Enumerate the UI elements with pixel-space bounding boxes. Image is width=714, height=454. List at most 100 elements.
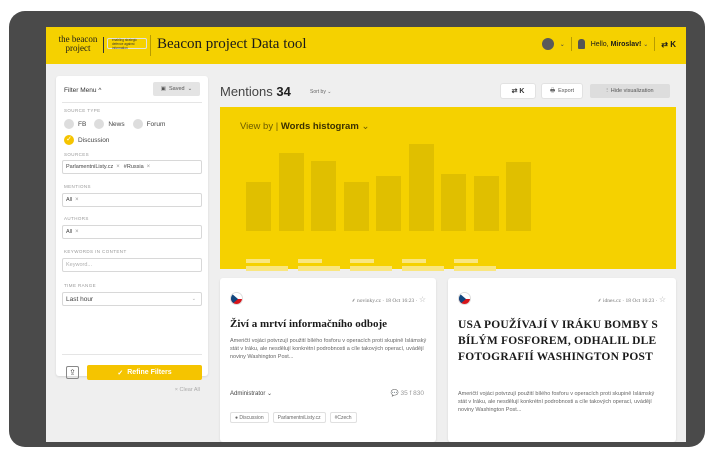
close-icon[interactable]: × (147, 164, 151, 170)
time-range-label: TIME RANGE (64, 283, 97, 288)
card-body: Američtí vojáci potvrzují použití bílého… (458, 391, 655, 413)
source-type-forum[interactable]: Forum (132, 119, 165, 129)
hide-visualization-button[interactable]: ⫶ Hide visualization (590, 84, 670, 98)
close-icon[interactable]: × (75, 229, 79, 235)
mention-card[interactable]: ⸙ idnes.cz · 18 Oct 16:23 · ☆ USA POUŽÍV… (448, 278, 676, 442)
card-title[interactable]: USA POUŽÍVAJÍ V IRÁKU BOMBY S BÍLÝM FOSF… (458, 317, 668, 365)
authors-chip[interactable]: All × (66, 229, 79, 235)
logo-wordmark: the beacon project (58, 34, 98, 53)
language-flag-button[interactable]: ⇄ K (501, 84, 535, 98)
histogram-bar[interactable] (409, 144, 434, 231)
user-menu[interactable]: Hello, Miroslav! ⌄ (591, 41, 649, 48)
card-stats: 💬 35 f 830 (390, 390, 424, 397)
mentions-title: Mentions 34 (220, 84, 291, 99)
histogram-bar[interactable] (441, 174, 466, 231)
tag[interactable]: ParlamentniListy.cz (272, 412, 326, 423)
card-author[interactable]: Administrator ⌄ (230, 390, 272, 397)
facebook-icon: f (409, 390, 412, 397)
mention-card[interactable]: ⸙ novinky.cz · 18 Oct 16:23 · ☆ Živí a m… (220, 278, 436, 442)
histogram-label (454, 259, 478, 263)
link-icon: ⸙ (597, 298, 602, 304)
source-type-fb[interactable]: FB (64, 119, 86, 129)
radio-icon (64, 119, 74, 129)
histogram-bar[interactable] (376, 176, 401, 231)
app-screen: the beacon project enabling strategic de… (46, 27, 686, 442)
chevron-down-icon[interactable]: ⌄ (560, 41, 565, 48)
sort-by-dropdown[interactable]: Sort by ⌄ (310, 89, 331, 95)
keyword-input[interactable]: Keyword... (62, 258, 202, 272)
mentions-chip[interactable]: All × (66, 197, 79, 203)
histogram-label (350, 259, 374, 263)
filter-panel: Filter Menu ^ ▣ Saved ⌄ SOURCE TYPE FB N… (56, 76, 208, 393)
time-range-select[interactable]: Last hour ⌄ (62, 292, 202, 306)
sources-field[interactable]: ParlamentniListy.cz × #Russia × (62, 160, 202, 174)
clear-all-link[interactable]: × Clear All (175, 387, 200, 393)
tag[interactable]: # Czech (329, 412, 357, 423)
close-icon[interactable]: × (75, 197, 79, 203)
histogram-label (454, 266, 496, 271)
filter-menu-toggle[interactable]: Filter Menu ^ (64, 87, 101, 94)
print-icon: 🖶 (549, 87, 556, 94)
comment-icon: 💬 (390, 390, 399, 397)
source-type-news[interactable]: News (94, 119, 125, 129)
histogram-label (402, 266, 444, 271)
check-icon: ✓ (64, 135, 74, 145)
top-right-controls: ⌄ Hello, Miroslav! ⌄ ⇄ K (541, 37, 676, 51)
star-icon[interactable]: ☆ (419, 295, 426, 304)
source-type-label: SOURCE TYPE (64, 108, 101, 113)
app-title: Beacon project Data tool (157, 36, 307, 52)
sources-label: SOURCES (64, 152, 90, 157)
star-icon[interactable]: ☆ (659, 295, 666, 304)
export-button[interactable]: 🖶 Export (542, 84, 582, 98)
card-tags: ● Discussion ParlamentniListy.cz # Czech (230, 412, 357, 423)
chevron-down-icon: ⌄ (327, 89, 332, 95)
logo-divider (103, 37, 104, 53)
histogram-bar[interactable] (246, 182, 271, 231)
language-flag-button[interactable]: ⇄ K (661, 40, 676, 49)
gear-icon[interactable] (541, 38, 554, 50)
histogram-bar[interactable] (279, 153, 304, 231)
radio-icon (94, 119, 105, 129)
divider (570, 37, 572, 51)
chart-icon: ⫶ (606, 87, 608, 94)
divider (654, 37, 656, 51)
histogram-bar[interactable] (506, 162, 531, 231)
close-icon[interactable]: × (116, 164, 120, 170)
histogram-label (298, 259, 322, 263)
chevron-down-icon: ⌄ (191, 296, 196, 302)
authors-field[interactable]: All × (62, 225, 202, 239)
histogram-bar[interactable] (311, 161, 336, 231)
saved-filters-dropdown[interactable]: ▣ Saved ⌄ (153, 82, 200, 96)
upload-icon[interactable]: ⇪ (66, 366, 79, 379)
card-title[interactable]: Živí a mrtví informačního odboje (230, 318, 430, 330)
source-chip[interactable]: #Russia × (124, 164, 150, 170)
source-chip[interactable]: ParlamentniListy.cz × (66, 164, 120, 170)
card-source: ⸙ idnes.cz · 18 Oct 16:23 · ☆ (597, 295, 666, 304)
keywords-label: KEYWORDS IN CONTENT (64, 249, 127, 254)
czech-flag-icon (458, 292, 471, 305)
beacon-logo[interactable]: the beacon project enabling strategic de… (56, 35, 172, 56)
source-type-options-row2: ✓ Discussion (64, 135, 109, 145)
source-type-discussion[interactable]: ✓ Discussion (64, 135, 109, 145)
tag[interactable]: ● Discussion (230, 412, 269, 423)
refine-filters-button[interactable]: ✓ Refine Filters (87, 365, 202, 380)
logo-tagline: enabling strategic defence against infor… (107, 38, 147, 50)
histogram-label (298, 266, 340, 271)
mentions-count: 34 (276, 84, 291, 99)
mentions-field[interactable]: All × (62, 193, 202, 207)
histogram-label (246, 266, 288, 271)
check-icon: ✓ (117, 369, 124, 377)
view-by-dropdown[interactable]: View by | Words histogram ⌄ (240, 121, 369, 132)
histogram-bar[interactable] (474, 176, 499, 231)
card-source: ⸙ novinky.cz · 18 Oct 16:23 · ☆ (351, 295, 426, 304)
chevron-down-icon: ⌄ (187, 86, 193, 92)
czech-flag-icon (230, 292, 243, 305)
authors-label: AUTHORS (64, 216, 89, 221)
histogram-label (246, 259, 270, 263)
card-body: Američtí vojáci potvrzují použití bílého… (230, 338, 427, 360)
divider (62, 102, 202, 103)
source-type-options: FB News Forum (64, 119, 165, 129)
chevron-down-icon: ⌄ (267, 391, 273, 397)
link-icon: ⸙ (351, 298, 356, 304)
histogram-bar[interactable] (344, 182, 369, 231)
